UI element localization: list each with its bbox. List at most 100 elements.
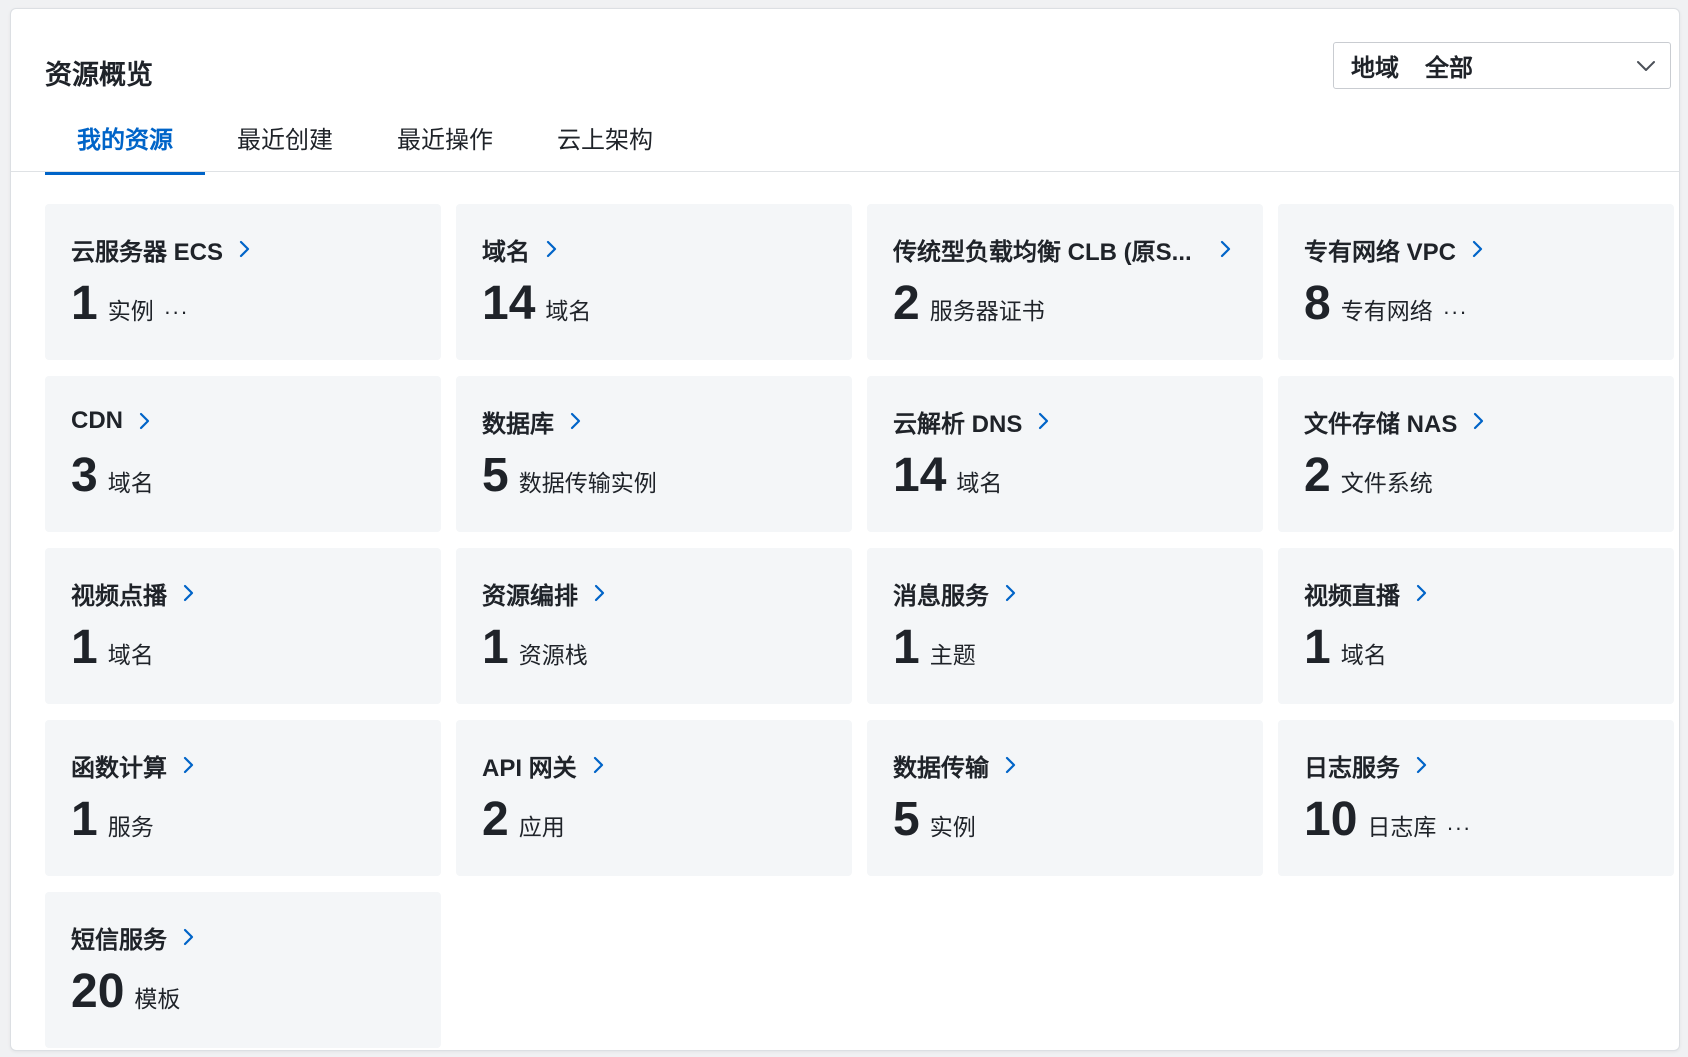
resource-card[interactable]: 云解析 DNS 14 域名 bbox=[867, 376, 1263, 532]
resource-card[interactable]: API 网关 2 应用 bbox=[456, 720, 852, 876]
tab-recently-created[interactable]: 最近创建 bbox=[205, 113, 365, 175]
resource-card-title[interactable]: 函数计算 bbox=[71, 748, 425, 782]
tab-my-resources[interactable]: 我的资源 bbox=[45, 113, 205, 175]
resource-card-title[interactable]: 消息服务 bbox=[893, 576, 1247, 610]
resource-card-title[interactable]: 短信服务 bbox=[71, 920, 425, 954]
resource-card-title[interactable]: 数据传输 bbox=[893, 748, 1247, 782]
resource-count: 2 bbox=[1304, 449, 1331, 502]
chevron-right-icon[interactable] bbox=[566, 412, 584, 430]
resource-count: 1 bbox=[71, 277, 98, 330]
resource-count: 3 bbox=[71, 449, 98, 502]
chevron-right-icon[interactable] bbox=[1216, 240, 1234, 258]
resource-count: 20 bbox=[71, 965, 125, 1018]
resource-card-title[interactable]: 视频点播 bbox=[71, 576, 425, 610]
resource-unit: 服务器证书 bbox=[929, 298, 1045, 324]
resource-card-title[interactable]: 视频直播 bbox=[1304, 576, 1658, 610]
resource-card[interactable]: 专有网络 VPC 8 专有网络 ··· bbox=[1278, 204, 1674, 360]
resource-unit: 数据传输实例 bbox=[518, 470, 657, 496]
resource-card-metric: 5 实例 bbox=[893, 792, 976, 848]
more-ellipsis-icon[interactable]: ··· bbox=[1446, 815, 1471, 841]
resource-card-metric: 1 实例 ··· bbox=[71, 276, 189, 332]
resource-overview-panel: 资源概览 地域 全部 我的资源 最近创建 最近操作 云上架构 云服务器 ECS 1 实例 ·… bbox=[10, 8, 1680, 1051]
chevron-right-icon[interactable] bbox=[235, 240, 253, 258]
resource-card-name: 资源编排 bbox=[482, 582, 578, 610]
resource-card-name: 日志服务 bbox=[1304, 754, 1400, 782]
resource-card-name: 视频点播 bbox=[71, 582, 167, 610]
resource-card-title[interactable]: 域名 bbox=[482, 232, 836, 266]
resource-card[interactable]: 域名 14 域名 bbox=[456, 204, 852, 360]
tab-cloud-architecture[interactable]: 云上架构 bbox=[525, 113, 685, 175]
tab-recent-operations[interactable]: 最近操作 bbox=[365, 113, 525, 175]
resource-card-title[interactable]: CDN bbox=[71, 404, 425, 438]
resource-card[interactable]: 文件存储 NAS 2 文件系统 bbox=[1278, 376, 1674, 532]
chevron-right-icon[interactable] bbox=[179, 928, 197, 946]
chevron-right-icon[interactable] bbox=[542, 240, 560, 258]
resource-card-name: 云服务器 ECS bbox=[71, 238, 224, 266]
region-select[interactable]: 地域 全部 bbox=[1333, 42, 1671, 89]
resource-card-name: 数据库 bbox=[482, 410, 554, 438]
more-ellipsis-icon[interactable]: ··· bbox=[1443, 299, 1468, 325]
resource-card-title[interactable]: API 网关 bbox=[482, 748, 836, 782]
chevron-right-icon[interactable] bbox=[1412, 756, 1430, 774]
resource-card-title[interactable]: 云服务器 ECS bbox=[71, 232, 425, 266]
resource-count: 1 bbox=[893, 621, 920, 674]
resource-card-title[interactable]: 日志服务 bbox=[1304, 748, 1658, 782]
resource-card-metric: 2 文件系统 bbox=[1304, 448, 1433, 504]
chevron-right-icon[interactable] bbox=[1001, 584, 1019, 602]
resource-card-metric: 5 数据传输实例 bbox=[482, 448, 657, 504]
chevron-right-icon[interactable] bbox=[1468, 240, 1486, 258]
panel-title: 资源概览 bbox=[45, 60, 153, 90]
resource-count: 2 bbox=[893, 277, 920, 330]
resource-card-name: 函数计算 bbox=[71, 754, 167, 782]
chevron-right-icon[interactable] bbox=[589, 756, 607, 774]
resource-card-title[interactable]: 传统型负载均衡 CLB (原S... bbox=[893, 232, 1247, 266]
resource-count: 2 bbox=[482, 793, 509, 846]
resource-count: 5 bbox=[482, 449, 509, 502]
region-select-value: 全部 bbox=[1425, 55, 1473, 82]
chevron-right-icon[interactable] bbox=[1034, 412, 1052, 430]
resource-card-name: 专有网络 VPC bbox=[1304, 238, 1457, 266]
resource-card[interactable]: CDN 3 域名 bbox=[45, 376, 441, 532]
more-ellipsis-icon[interactable]: ··· bbox=[164, 299, 189, 325]
resource-card-name: 文件存储 NAS bbox=[1304, 410, 1458, 438]
resource-card[interactable]: 云服务器 ECS 1 实例 ··· bbox=[45, 204, 441, 360]
chevron-right-icon[interactable] bbox=[1469, 412, 1487, 430]
resource-card-metric: 14 域名 bbox=[482, 276, 591, 332]
resource-card-name: 数据传输 bbox=[893, 754, 989, 782]
resource-card[interactable]: 传统型负载均衡 CLB (原S... 2 服务器证书 bbox=[867, 204, 1263, 360]
resource-count: 1 bbox=[71, 621, 98, 674]
resource-card[interactable]: 视频直播 1 域名 bbox=[1278, 548, 1674, 704]
chevron-right-icon[interactable] bbox=[1001, 756, 1019, 774]
resource-unit: 服务 bbox=[107, 814, 154, 840]
resource-card-title[interactable]: 云解析 DNS bbox=[893, 404, 1247, 438]
resource-card-metric: 1 域名 bbox=[71, 620, 154, 676]
chevron-right-icon[interactable] bbox=[179, 584, 197, 602]
chevron-right-icon[interactable] bbox=[1412, 584, 1430, 602]
resource-unit: 域名 bbox=[107, 470, 154, 496]
resource-card-title[interactable]: 文件存储 NAS bbox=[1304, 404, 1658, 438]
tab-bar: 我的资源 最近创建 最近操作 云上架构 bbox=[45, 113, 685, 175]
resource-card[interactable]: 数据传输 5 实例 bbox=[867, 720, 1263, 876]
resource-card[interactable]: 数据库 5 数据传输实例 bbox=[456, 376, 852, 532]
chevron-right-icon[interactable] bbox=[590, 584, 608, 602]
chevron-right-icon[interactable] bbox=[135, 412, 153, 430]
resource-card-metric: 1 资源栈 bbox=[482, 620, 588, 676]
resource-card-metric: 2 服务器证书 bbox=[893, 276, 1045, 332]
resource-card[interactable]: 短信服务 20 模板 bbox=[45, 892, 441, 1048]
resource-card-title[interactable]: 数据库 bbox=[482, 404, 836, 438]
chevron-right-icon[interactable] bbox=[179, 756, 197, 774]
resource-card-title[interactable]: 资源编排 bbox=[482, 576, 836, 610]
resource-card[interactable]: 视频点播 1 域名 bbox=[45, 548, 441, 704]
resource-card-name: 云解析 DNS bbox=[893, 410, 1023, 438]
resource-card[interactable]: 资源编排 1 资源栈 bbox=[456, 548, 852, 704]
resource-unit: 域名 bbox=[956, 470, 1003, 496]
resource-count: 1 bbox=[1304, 621, 1331, 674]
resource-count: 10 bbox=[1304, 793, 1358, 846]
resource-card[interactable]: 函数计算 1 服务 bbox=[45, 720, 441, 876]
resource-card-title[interactable]: 专有网络 VPC bbox=[1304, 232, 1658, 266]
resource-unit: 模板 bbox=[134, 986, 181, 1012]
resource-unit: 文件系统 bbox=[1340, 470, 1433, 496]
resource-card[interactable]: 消息服务 1 主题 bbox=[867, 548, 1263, 704]
resource-card[interactable]: 日志服务 10 日志库 ··· bbox=[1278, 720, 1674, 876]
resource-count: 1 bbox=[71, 793, 98, 846]
